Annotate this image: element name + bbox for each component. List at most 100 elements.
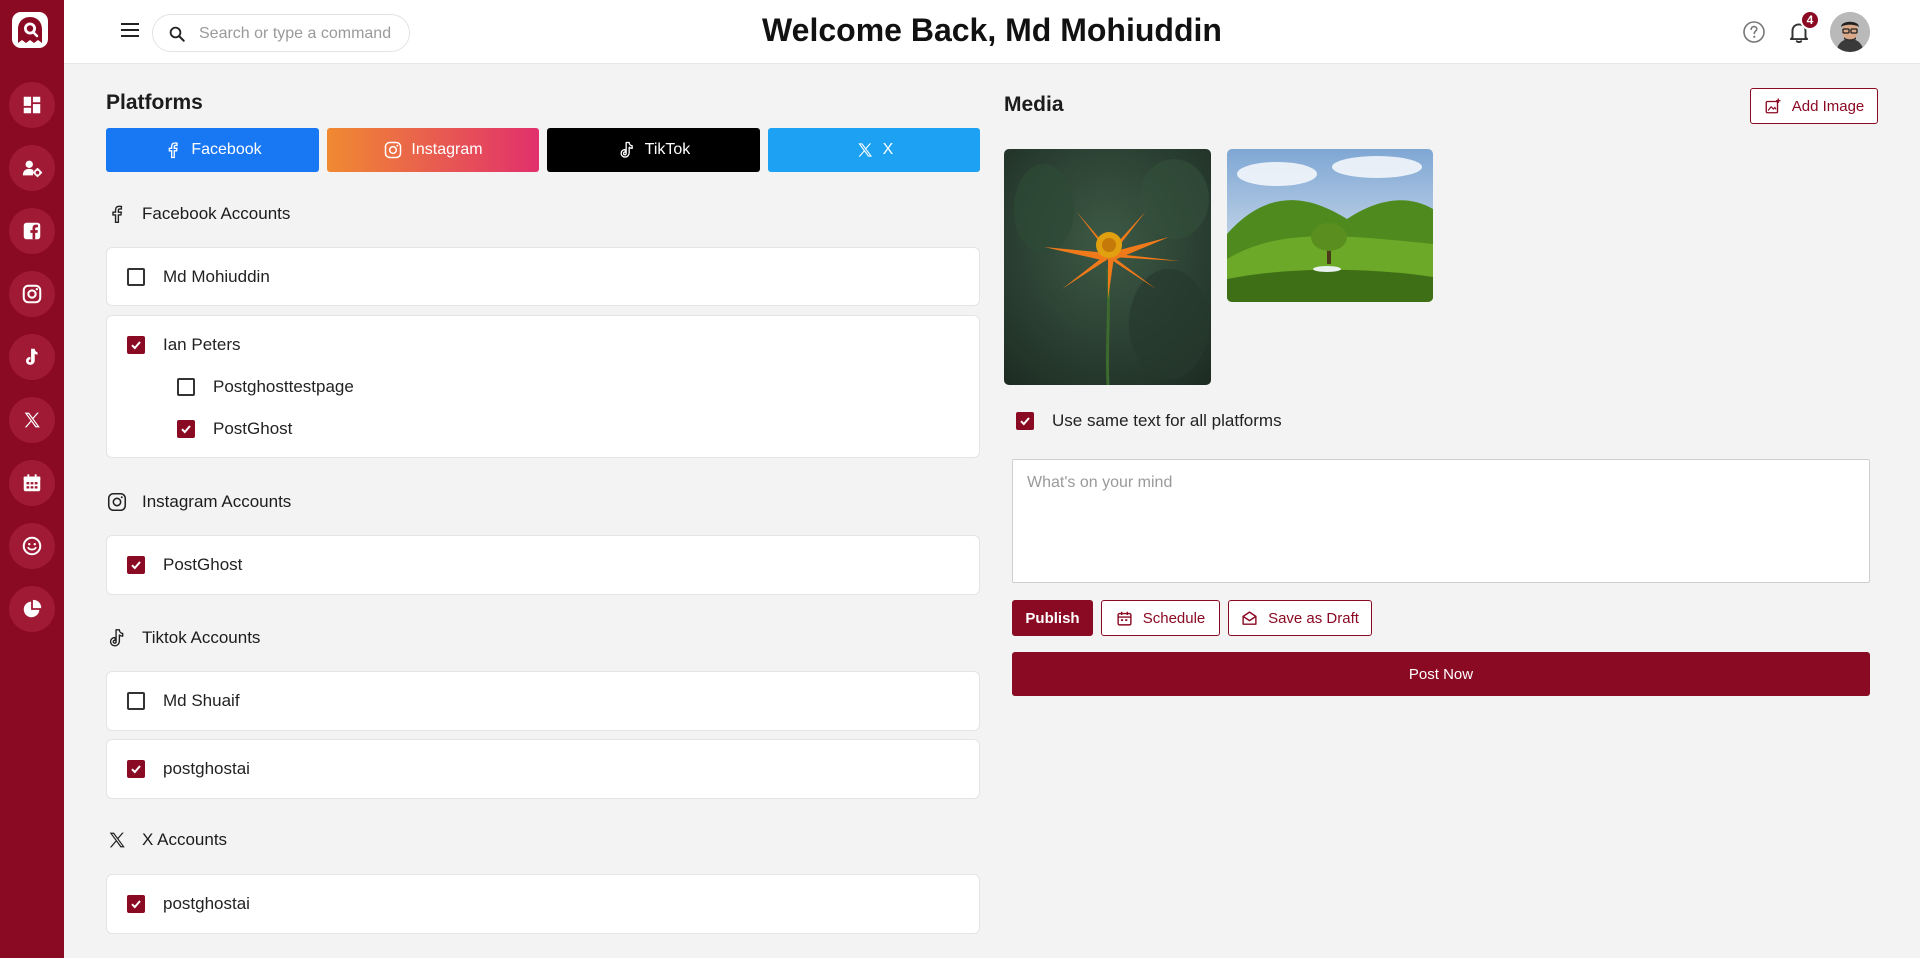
sidebar-item-x[interactable] — [9, 397, 55, 443]
tiktok-accounts-title: Tiktok Accounts — [142, 628, 261, 647]
account-card: postghostai — [106, 874, 980, 934]
account-card: Md Shuaif — [106, 671, 980, 731]
sidebar-item-analytics[interactable] — [9, 586, 55, 632]
account-row[interactable]: postghostai — [127, 759, 250, 779]
sidebar-item-calendar[interactable] — [9, 460, 55, 506]
account-checkbox[interactable] — [127, 692, 145, 710]
menu-toggle-icon[interactable] — [118, 18, 142, 42]
tiktok-platform-label: TikTok — [644, 141, 691, 158]
help-icon[interactable] — [1742, 20, 1766, 44]
sidebar-item-instagram[interactable] — [9, 271, 55, 317]
notification-badge: 4 — [1800, 10, 1820, 30]
account-name: postghostai — [163, 759, 250, 778]
account-checkbox[interactable] — [127, 760, 145, 778]
page-name: PostGhost — [213, 419, 293, 438]
smiley-icon — [22, 536, 42, 556]
account-row[interactable]: Md Shuaif — [127, 691, 240, 711]
account-card: Md Mohiuddin — [106, 247, 980, 306]
x-platform-label: X — [882, 141, 894, 158]
tiktok-accounts-heading: Tiktok Accounts — [106, 627, 260, 649]
dashboard-icon — [23, 96, 41, 114]
page-name: Postghosttestpage — [213, 377, 354, 396]
sidebar-item-tiktok[interactable] — [9, 334, 55, 380]
save-draft-label: Save as Draft — [1268, 609, 1359, 627]
add-image-icon — [1765, 98, 1781, 114]
publish-label: Publish — [1025, 609, 1080, 627]
sidebar-item-facebook[interactable] — [9, 208, 55, 254]
account-row[interactable]: Md Mohiuddin — [127, 267, 270, 287]
search-bar[interactable] — [152, 14, 410, 52]
user-gear-icon — [22, 160, 43, 178]
post-text-input[interactable] — [1012, 459, 1870, 583]
instagram-platform-button[interactable]: Instagram — [327, 128, 539, 172]
publish-button[interactable]: Publish — [1012, 600, 1093, 636]
account-checkbox[interactable] — [127, 556, 145, 574]
account-row[interactable]: PostGhost — [127, 555, 242, 575]
x-icon — [109, 832, 125, 848]
sidebar-item-user-settings[interactable] — [9, 145, 55, 191]
account-row[interactable]: Ian Peters — [127, 335, 241, 355]
tiktok-icon — [620, 141, 633, 158]
facebook-platform-label: Facebook — [191, 141, 262, 158]
facebook-platform-button[interactable]: Facebook — [106, 128, 319, 172]
instagram-icon — [22, 284, 42, 304]
add-image-button[interactable]: Add Image — [1750, 88, 1878, 124]
facebook-icon — [23, 222, 41, 240]
checkmark-icon — [181, 425, 191, 434]
account-card: postghostai — [106, 739, 980, 799]
checkmark-icon — [131, 900, 141, 909]
x-accounts-title: X Accounts — [142, 830, 228, 849]
same-text-checkbox[interactable] — [1016, 412, 1034, 430]
calendar-icon — [1117, 611, 1132, 626]
page-checkbox[interactable] — [177, 378, 195, 396]
media-title: Media — [1004, 93, 1064, 116]
media-thumbnail-hills[interactable] — [1227, 149, 1433, 302]
page-row[interactable]: Postghosttestpage — [177, 377, 354, 397]
envelope-icon — [1242, 610, 1257, 625]
account-name: PostGhost — [163, 555, 243, 574]
checkmark-icon — [131, 341, 141, 350]
sidebar — [0, 0, 64, 958]
post-now-button[interactable]: Post Now — [1012, 652, 1870, 696]
instagram-accounts-heading: Instagram Accounts — [106, 491, 291, 513]
tiktok-icon — [109, 629, 124, 647]
checkmark-icon — [131, 561, 141, 570]
search-icon — [169, 26, 185, 42]
page-row[interactable]: PostGhost — [177, 419, 292, 439]
facebook-accounts-title: Facebook Accounts — [142, 204, 291, 223]
tiktok-platform-button[interactable]: TikTok — [547, 128, 760, 172]
top-header: Welcome Back, Md Mohiuddin 4 — [64, 0, 1920, 64]
schedule-label: Schedule — [1142, 609, 1206, 627]
account-checkbox[interactable] — [127, 895, 145, 913]
x-accounts-heading: X Accounts — [106, 829, 227, 851]
page-checkbox[interactable] — [177, 420, 195, 438]
media-thumbnail-flower[interactable] — [1004, 149, 1211, 385]
sidebar-item-dashboard[interactable] — [9, 82, 55, 128]
instagram-platform-label: Instagram — [411, 141, 483, 158]
facebook-accounts-heading: Facebook Accounts — [106, 203, 290, 225]
same-text-label: Use same text for all platforms — [1052, 411, 1282, 430]
account-card: Ian Peters Postghosttestpage PostGhost — [106, 315, 980, 458]
instagram-icon — [107, 492, 127, 512]
avatar[interactable] — [1830, 12, 1870, 52]
account-name: postghostai — [163, 894, 250, 913]
calendar-icon — [23, 474, 41, 492]
postghost-logo[interactable] — [12, 12, 48, 48]
account-name: Ian Peters — [163, 335, 241, 354]
facebook-icon — [169, 142, 179, 159]
same-text-row[interactable]: Use same text for all platforms — [1016, 411, 1282, 431]
account-card: PostGhost — [106, 535, 980, 595]
save-draft-button[interactable]: Save as Draft — [1228, 600, 1372, 636]
instagram-accounts-title: Instagram Accounts — [142, 492, 292, 511]
sidebar-item-smiley[interactable] — [9, 523, 55, 569]
add-image-label: Add Image — [1791, 97, 1865, 115]
account-row[interactable]: postghostai — [127, 894, 250, 914]
account-checkbox[interactable] — [127, 336, 145, 354]
search-input[interactable] — [199, 23, 399, 45]
platforms-title: Platforms — [106, 91, 203, 114]
x-icon — [24, 412, 40, 428]
x-platform-button[interactable]: X — [768, 128, 980, 172]
account-name: Md Mohiuddin — [163, 267, 270, 286]
account-checkbox[interactable] — [127, 268, 145, 286]
schedule-button[interactable]: Schedule — [1101, 600, 1220, 636]
